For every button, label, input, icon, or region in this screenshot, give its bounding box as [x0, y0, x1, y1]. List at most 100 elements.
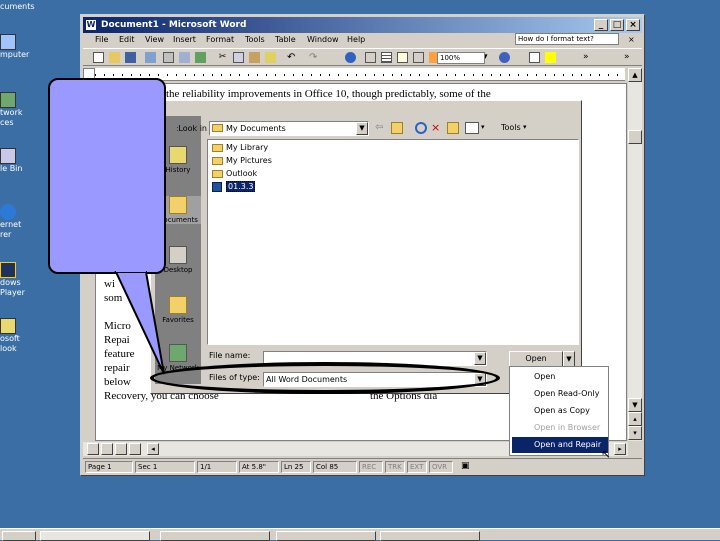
- close-button[interactable]: ×: [626, 19, 640, 31]
- open-dialog: History Documents Desktop Favorites My N…: [150, 100, 582, 394]
- print-preview-icon[interactable]: [179, 52, 190, 63]
- new-doc-icon[interactable]: [93, 52, 104, 63]
- outline-view-icon[interactable]: [129, 443, 141, 455]
- spelling-icon[interactable]: [195, 52, 206, 63]
- menu-insert[interactable]: Insert: [173, 35, 196, 44]
- outlook-icon: [0, 318, 16, 334]
- zoom-box[interactable]: 100%: [437, 52, 485, 64]
- columns-icon[interactable]: [413, 52, 424, 63]
- tools-menu[interactable]: Tools: [501, 123, 521, 132]
- menu-help[interactable]: Help: [347, 35, 365, 44]
- document-line: the reliability improvements in Office 1…: [166, 88, 491, 100]
- list-item-my-pictures[interactable]: My Pictures: [212, 155, 272, 167]
- open-button[interactable]: Open: [509, 351, 563, 367]
- desktop-icon-label: cuments: [0, 2, 35, 11]
- status-column: Col 85: [313, 461, 357, 473]
- menu-file[interactable]: File: [95, 35, 108, 44]
- paste-icon[interactable]: [249, 52, 260, 63]
- menu-view[interactable]: View: [145, 35, 164, 44]
- desktop-icon-recycle-bin[interactable]: le Bin: [0, 148, 30, 174]
- menu-table[interactable]: Table: [275, 35, 296, 44]
- file-name-label: File name:: [209, 351, 251, 360]
- toolbar-more-icon[interactable]: »: [624, 52, 635, 63]
- scroll-up-button[interactable]: ▲: [628, 68, 642, 82]
- tables-borders-icon[interactable]: [365, 52, 376, 63]
- vertical-scrollbar[interactable]: ▲ ▼ ▴ ▾: [628, 68, 642, 441]
- desktop-icon-network-places[interactable]: twork ces: [0, 92, 30, 128]
- open-options-arrow[interactable]: ▼: [563, 351, 575, 367]
- toolbar-options-icon[interactable]: »: [583, 52, 594, 63]
- cut-icon[interactable]: ✂: [217, 52, 228, 63]
- word-doc-icon: [212, 182, 222, 192]
- menu-format[interactable]: Format: [206, 35, 234, 44]
- scroll-thumb[interactable]: [628, 130, 642, 144]
- file-name: Outlook: [226, 169, 258, 178]
- next-page-button[interactable]: ▾: [628, 426, 642, 440]
- places-label: History: [165, 166, 191, 174]
- help-icon[interactable]: [499, 52, 510, 63]
- menu-tools[interactable]: Tools: [245, 35, 265, 44]
- delete-icon[interactable]: ×: [431, 122, 443, 134]
- back-icon[interactable]: ⇦: [375, 122, 387, 134]
- desktop-icon-my-documents[interactable]: cuments: [0, 2, 35, 12]
- undo-icon[interactable]: ↶: [287, 52, 298, 63]
- status-ovr[interactable]: OVR: [429, 461, 453, 473]
- normal-view-icon[interactable]: [87, 443, 99, 455]
- title-bar[interactable]: W Document1 - Microsoft Word _ □ ×: [83, 17, 642, 33]
- print-layout-icon[interactable]: [115, 443, 127, 455]
- align-left-icon[interactable]: [529, 52, 540, 63]
- open-icon[interactable]: [109, 52, 120, 63]
- status-ext[interactable]: EXT: [407, 461, 427, 473]
- look-in-dropdown[interactable]: My Documents ▼: [209, 121, 369, 136]
- list-item-outlook[interactable]: Outlook: [212, 168, 257, 180]
- menu-item-open-and-repair[interactable]: Open and Repair: [512, 437, 608, 453]
- status-trk[interactable]: TRK: [385, 461, 405, 473]
- maximize-button[interactable]: □: [610, 19, 624, 31]
- search-web-icon[interactable]: [415, 122, 427, 134]
- open-options-menu: Open Open Read-Only Open as Copy Open in…: [509, 366, 609, 456]
- status-at: At 5.8": [239, 461, 279, 473]
- minimize-button[interactable]: _: [594, 19, 608, 31]
- menu-item-open-read-only[interactable]: Open Read-Only: [512, 386, 608, 402]
- chevron-down-icon[interactable]: ▼: [356, 122, 368, 135]
- email-icon[interactable]: [145, 52, 156, 63]
- insert-excel-icon[interactable]: [397, 52, 408, 63]
- desktop-icon-internet-explorer[interactable]: ernet rer: [0, 204, 30, 240]
- previous-page-button[interactable]: ▴: [628, 412, 642, 426]
- scroll-right-button[interactable]: ▸: [614, 443, 626, 455]
- doc-close-icon[interactable]: ×: [628, 35, 635, 44]
- list-item-my-library[interactable]: My Library: [212, 142, 268, 154]
- new-folder-icon[interactable]: [447, 122, 459, 134]
- menu-edit[interactable]: Edit: [119, 35, 135, 44]
- copy-icon[interactable]: [233, 52, 244, 63]
- views-icon[interactable]: [465, 122, 479, 134]
- menu-window[interactable]: Window: [307, 35, 339, 44]
- desktop-icon-media-player[interactable]: dows Player: [0, 262, 30, 298]
- save-icon[interactable]: [125, 52, 136, 63]
- web-layout-icon[interactable]: [101, 443, 113, 455]
- look-in-value: My Documents: [226, 124, 286, 133]
- chevron-down-icon[interactable]: ▼: [474, 352, 486, 365]
- print-icon[interactable]: [163, 52, 174, 63]
- ask-question-box[interactable]: How do I format text?: [515, 33, 619, 45]
- horizontal-ruler[interactable]: [95, 68, 625, 81]
- menu-item-open[interactable]: Open: [512, 369, 608, 385]
- desktop-icon-my-computer[interactable]: mputer: [0, 34, 30, 60]
- up-folder-icon[interactable]: [391, 122, 403, 134]
- scroll-down-button[interactable]: ▼: [628, 398, 642, 412]
- list-item-document[interactable]: 01.3.3: [212, 181, 256, 193]
- hyperlink-icon[interactable]: [345, 52, 356, 63]
- status-rec[interactable]: REC: [359, 461, 383, 473]
- highlight-icon[interactable]: [545, 52, 556, 63]
- file-list[interactable]: My Library My Pictures Outlook 01.3.3: [207, 139, 579, 345]
- insert-table-icon[interactable]: [381, 52, 392, 63]
- scroll-left-button[interactable]: ◂: [147, 443, 159, 455]
- redo-icon[interactable]: ↷: [309, 52, 320, 63]
- format-painter-icon[interactable]: [265, 52, 276, 63]
- tools-arrow-icon[interactable]: ▾: [523, 123, 527, 131]
- desktop-icon-outlook[interactable]: osoft look: [0, 318, 30, 354]
- folder-icon: [212, 170, 223, 178]
- status-bar: Page 1 Sec 1 1/1 At 5.8" Ln 25 Col 85 RE…: [83, 458, 642, 474]
- menu-item-open-as-copy[interactable]: Open as Copy: [512, 403, 608, 419]
- views-arrow-icon[interactable]: ▾: [481, 123, 485, 131]
